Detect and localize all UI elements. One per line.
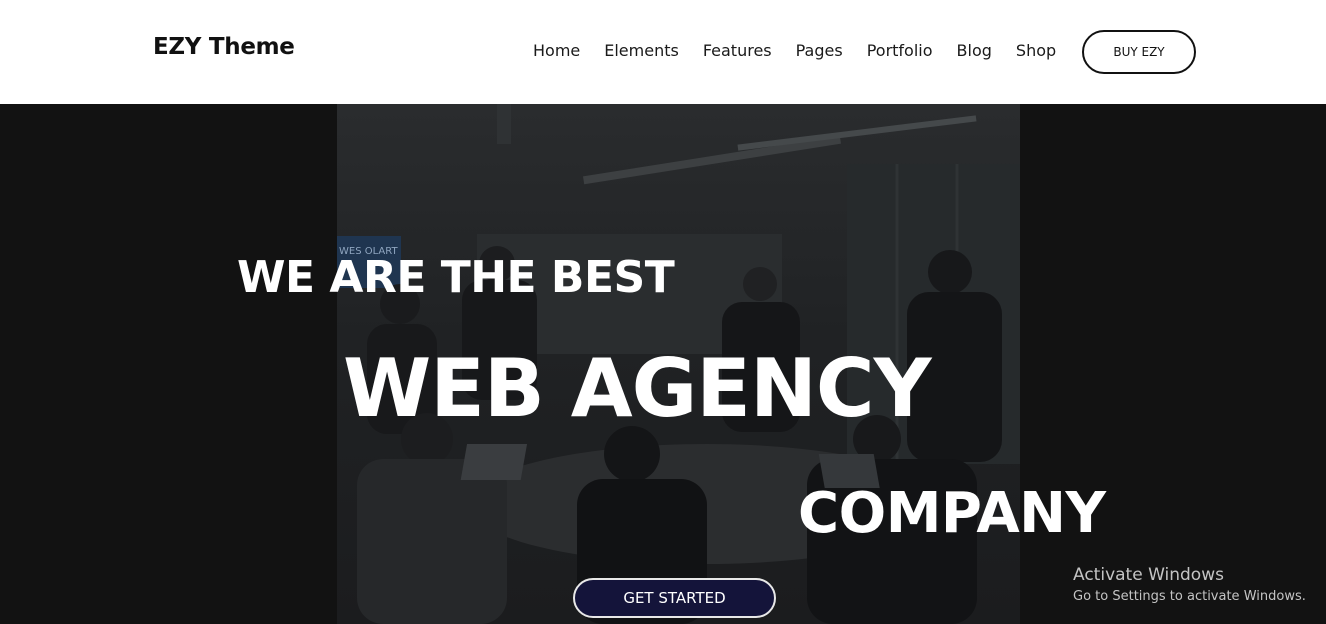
watermark-title: Activate Windows [1073, 565, 1224, 585]
hero-headline-line3: COMPANY [798, 481, 1106, 546]
nav-item-features[interactable]: Features [703, 38, 772, 64]
site-logo[interactable]: EZY Theme [153, 32, 295, 62]
windows-activation-watermark: Activate Windows Go to Settings to activ… [1073, 565, 1306, 609]
watermark-subtitle: Go to Settings to activate Windows. [1073, 589, 1306, 604]
get-started-button[interactable]: GET STARTED [573, 578, 776, 618]
nav-item-portfolio[interactable]: Portfolio [867, 38, 933, 64]
nav-item-pages[interactable]: Pages [796, 38, 843, 64]
nav-item-home[interactable]: Home [533, 38, 580, 64]
buy-ezy-button[interactable]: BUY EZY [1082, 30, 1196, 74]
site-header: EZY Theme Home Elements Features Pages P… [0, 0, 1326, 104]
main-nav: Home Elements Features Pages Portfolio B… [533, 38, 1056, 64]
hero-headline-line2: WEB AGENCY [343, 342, 932, 435]
nav-item-shop[interactable]: Shop [1016, 38, 1056, 64]
hero-headline-line1: WE ARE THE BEST [237, 252, 675, 303]
hero-section: WES OLART WE ARE THE BEST WEB AGENCY COM… [0, 104, 1326, 624]
nav-item-blog[interactable]: Blog [957, 38, 992, 64]
nav-item-elements[interactable]: Elements [604, 38, 679, 64]
